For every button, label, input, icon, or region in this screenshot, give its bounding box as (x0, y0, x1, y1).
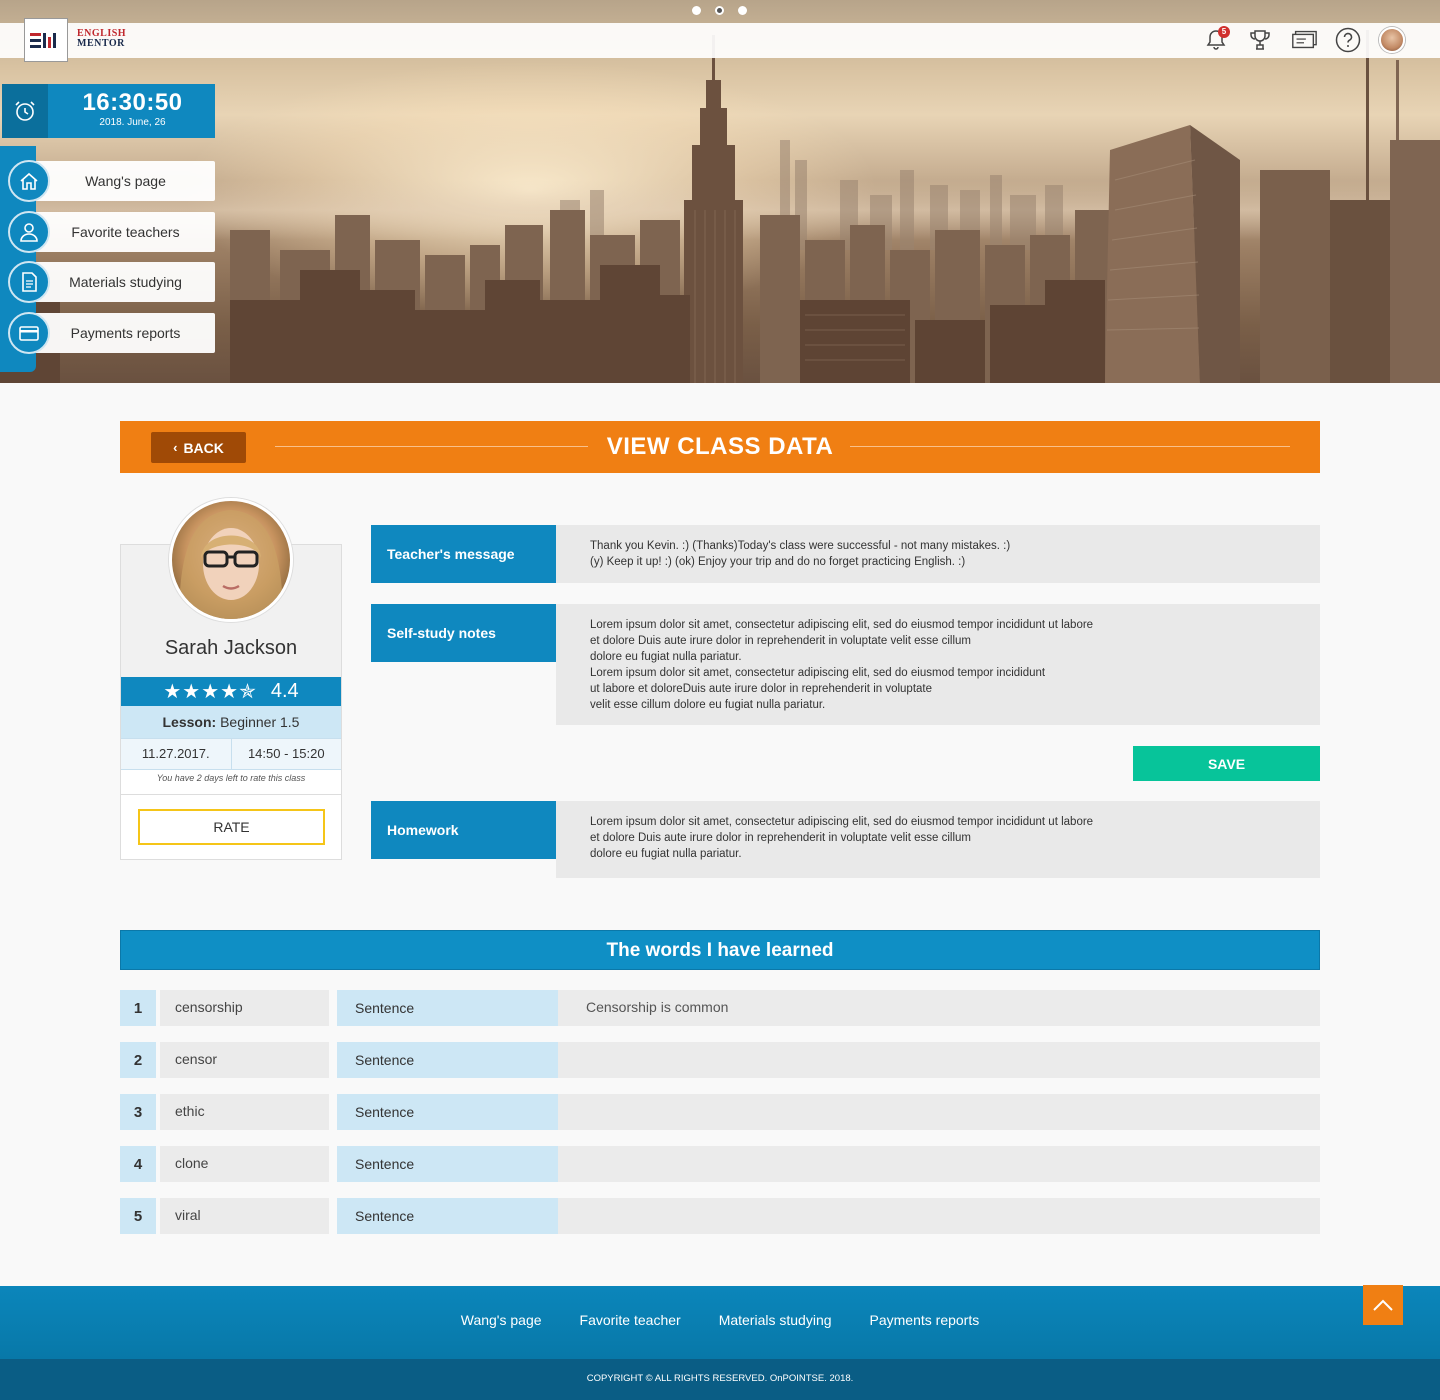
sentence-label: Sentence (337, 1198, 566, 1234)
star-rating-icon: ★★★★✯ (163, 681, 257, 703)
clock-widget: 16:30:50 2018. June, 26 (2, 84, 215, 138)
credit-card-icon[interactable] (8, 312, 50, 354)
chevron-left-icon: ‹ (173, 440, 178, 455)
word-text: censor (160, 1042, 329, 1078)
carousel-dot[interactable] (692, 6, 701, 15)
word-text: clone (160, 1146, 329, 1182)
profile-button[interactable] (1378, 26, 1406, 54)
word-number: 4 (120, 1146, 156, 1182)
home-icon[interactable] (8, 160, 50, 202)
class-date: 11.27.2017. (121, 739, 232, 769)
carousel-dots[interactable] (692, 6, 747, 15)
teachers-message-text: Thank you Kevin. :) (Thanks)Today's clas… (556, 525, 1320, 583)
word-row: 3 ethic Sentence (120, 1094, 1320, 1130)
words-learned-header: The words I have learned (120, 930, 1320, 970)
logo-mark-icon (30, 33, 56, 48)
footer: Wang's page Favorite teacher Materials s… (0, 1286, 1440, 1359)
word-text: viral (160, 1198, 329, 1234)
carousel-dot[interactable] (738, 6, 747, 15)
page-title: VIEW CLASS DATA (606, 433, 834, 460)
word-row: 1 censorship Sentence Censorship is comm… (120, 990, 1320, 1026)
sentence-field[interactable] (558, 1094, 1320, 1130)
homework-label: Homework (371, 801, 564, 859)
clock-time: 16:30:50 (82, 89, 183, 116)
chevron-up-icon (1373, 1299, 1393, 1311)
sidebar-item-label: Materials studying (69, 274, 182, 290)
avatar (1379, 27, 1405, 53)
divider (121, 794, 341, 795)
document-icon[interactable] (8, 261, 50, 303)
lesson-value: Beginner 1.5 (216, 714, 300, 730)
footer-link-wangs-page[interactable]: Wang's page (461, 1312, 542, 1328)
sidebar-item-payments-reports[interactable]: Payments reports (36, 313, 215, 353)
back-button-label: BACK (183, 439, 224, 456)
sentence-label: Sentence (337, 1146, 566, 1182)
alarm-clock-icon (2, 84, 48, 138)
sentence-field[interactable]: Censorship is common (558, 990, 1320, 1026)
sentence-field[interactable] (558, 1042, 1320, 1078)
notifications-button[interactable]: 5 (1202, 26, 1230, 54)
scroll-to-top-button[interactable] (1363, 1285, 1403, 1325)
sentence-label: Sentence (337, 990, 566, 1026)
sentence-field[interactable] (558, 1146, 1320, 1182)
footer-link-payments-reports[interactable]: Payments reports (870, 1312, 980, 1328)
footer-nav: Wang's page Favorite teacher Materials s… (0, 1312, 1440, 1328)
class-time: 14:50 - 15:20 (247, 746, 325, 761)
word-row: 5 viral Sentence (120, 1198, 1320, 1234)
rate-note: You have 2 days left to rate this class (156, 773, 306, 783)
clock-date: 2018. June, 26 (99, 117, 166, 128)
self-study-notes-text[interactable]: Lorem ipsum dolor sit amet, consectetur … (556, 604, 1320, 725)
word-row: 2 censor Sentence (120, 1042, 1320, 1078)
sidebar-item-wangs-page[interactable]: Wang's page (36, 161, 215, 201)
trophy-button[interactable] (1246, 26, 1274, 54)
self-study-notes-label: Self-study notes (371, 604, 564, 662)
user-icon[interactable] (8, 211, 50, 253)
save-button[interactable]: SAVE (1133, 746, 1320, 781)
logo[interactable] (24, 18, 68, 62)
word-number: 1 (120, 990, 156, 1026)
lesson-label: Lesson: (162, 714, 217, 730)
notification-badge: 5 (1218, 26, 1230, 38)
sentence-label: Sentence (337, 1042, 566, 1078)
rating-value: 4.4 (270, 680, 299, 702)
sidebar-item-label: Wang's page (85, 173, 166, 189)
sidebar-item-label: Favorite teachers (71, 224, 180, 240)
word-text: ethic (160, 1094, 329, 1130)
title-divider-right (850, 446, 1290, 447)
logo-line2: MENTOR (77, 38, 125, 49)
title-divider-left (275, 446, 588, 447)
homework-text: Lorem ipsum dolor sit amet, consectetur … (556, 801, 1320, 878)
teacher-name: Sarah Jackson (164, 637, 298, 659)
ticket-icon (1292, 30, 1317, 49)
help-icon (1335, 27, 1361, 53)
word-number: 5 (120, 1198, 156, 1234)
sidebar-item-favorite-teachers[interactable]: Favorite teachers (36, 212, 215, 252)
word-text: censorship (160, 990, 329, 1026)
class-header-bar: ‹ BACK VIEW CLASS DATA (120, 421, 1320, 473)
word-row: 4 clone Sentence (120, 1146, 1320, 1182)
carousel-dot-active[interactable] (715, 6, 724, 15)
logo-text: ENGLISH MENTOR (77, 29, 126, 49)
teacher-avatar (169, 498, 293, 622)
sidebar-item-label: Payments reports (70, 325, 181, 341)
teacher-rating: ★★★★✯ 4.4 (121, 677, 341, 706)
sentence-label: Sentence (337, 1094, 566, 1130)
sidebar-item-materials-studying[interactable]: Materials studying (36, 262, 215, 302)
header-icons: 5 (1202, 26, 1406, 54)
word-number: 3 (120, 1094, 156, 1130)
help-button[interactable] (1334, 26, 1362, 54)
back-button[interactable]: ‹ BACK (151, 432, 246, 463)
trophy-icon (1250, 30, 1270, 50)
word-number: 2 (120, 1042, 156, 1078)
tickets-button[interactable] (1290, 26, 1318, 54)
sentence-field[interactable] (558, 1198, 1320, 1234)
class-datetime: 11.27.2017. 14:50 - 15:20 (121, 738, 341, 770)
footer-link-materials-studying[interactable]: Materials studying (719, 1312, 832, 1328)
teachers-message-label: Teacher's message (371, 525, 564, 583)
lesson-info: Lesson: Beginner 1.5 (121, 706, 341, 738)
footer-link-favorite-teacher[interactable]: Favorite teacher (580, 1312, 681, 1328)
rate-button[interactable]: RATE (138, 809, 325, 845)
copyright: COPYRIGHT © ALL RIGHTS RESERVED. OnPOINT… (0, 1359, 1440, 1400)
